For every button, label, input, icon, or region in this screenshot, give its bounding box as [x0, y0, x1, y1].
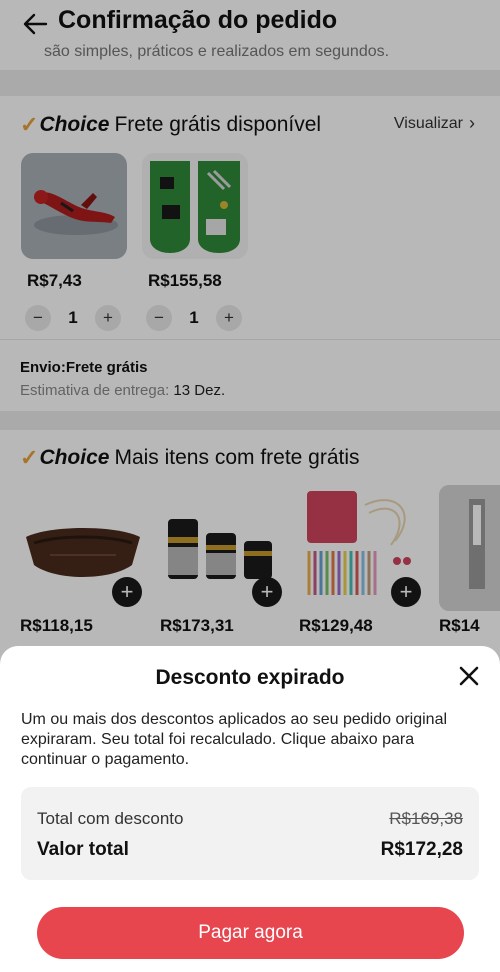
modal-title: Desconto expirado [155, 666, 345, 689]
pay-now-button[interactable]: Pagar agora [37, 907, 464, 959]
discount-total-old-value: R$169,38 [389, 809, 463, 828]
total-value: R$172,28 [380, 839, 463, 860]
modal-message: Um ou mais dos descontos aplicados ao se… [21, 711, 448, 768]
close-icon[interactable] [458, 665, 480, 687]
discount-expired-modal: Desconto expirado Um ou mais dos descont… [0, 646, 500, 972]
price-summary: Total com desconto R$169,38 Valor total … [21, 787, 479, 880]
total-label: Valor total [37, 839, 129, 860]
discount-total-label: Total com desconto [37, 809, 184, 828]
